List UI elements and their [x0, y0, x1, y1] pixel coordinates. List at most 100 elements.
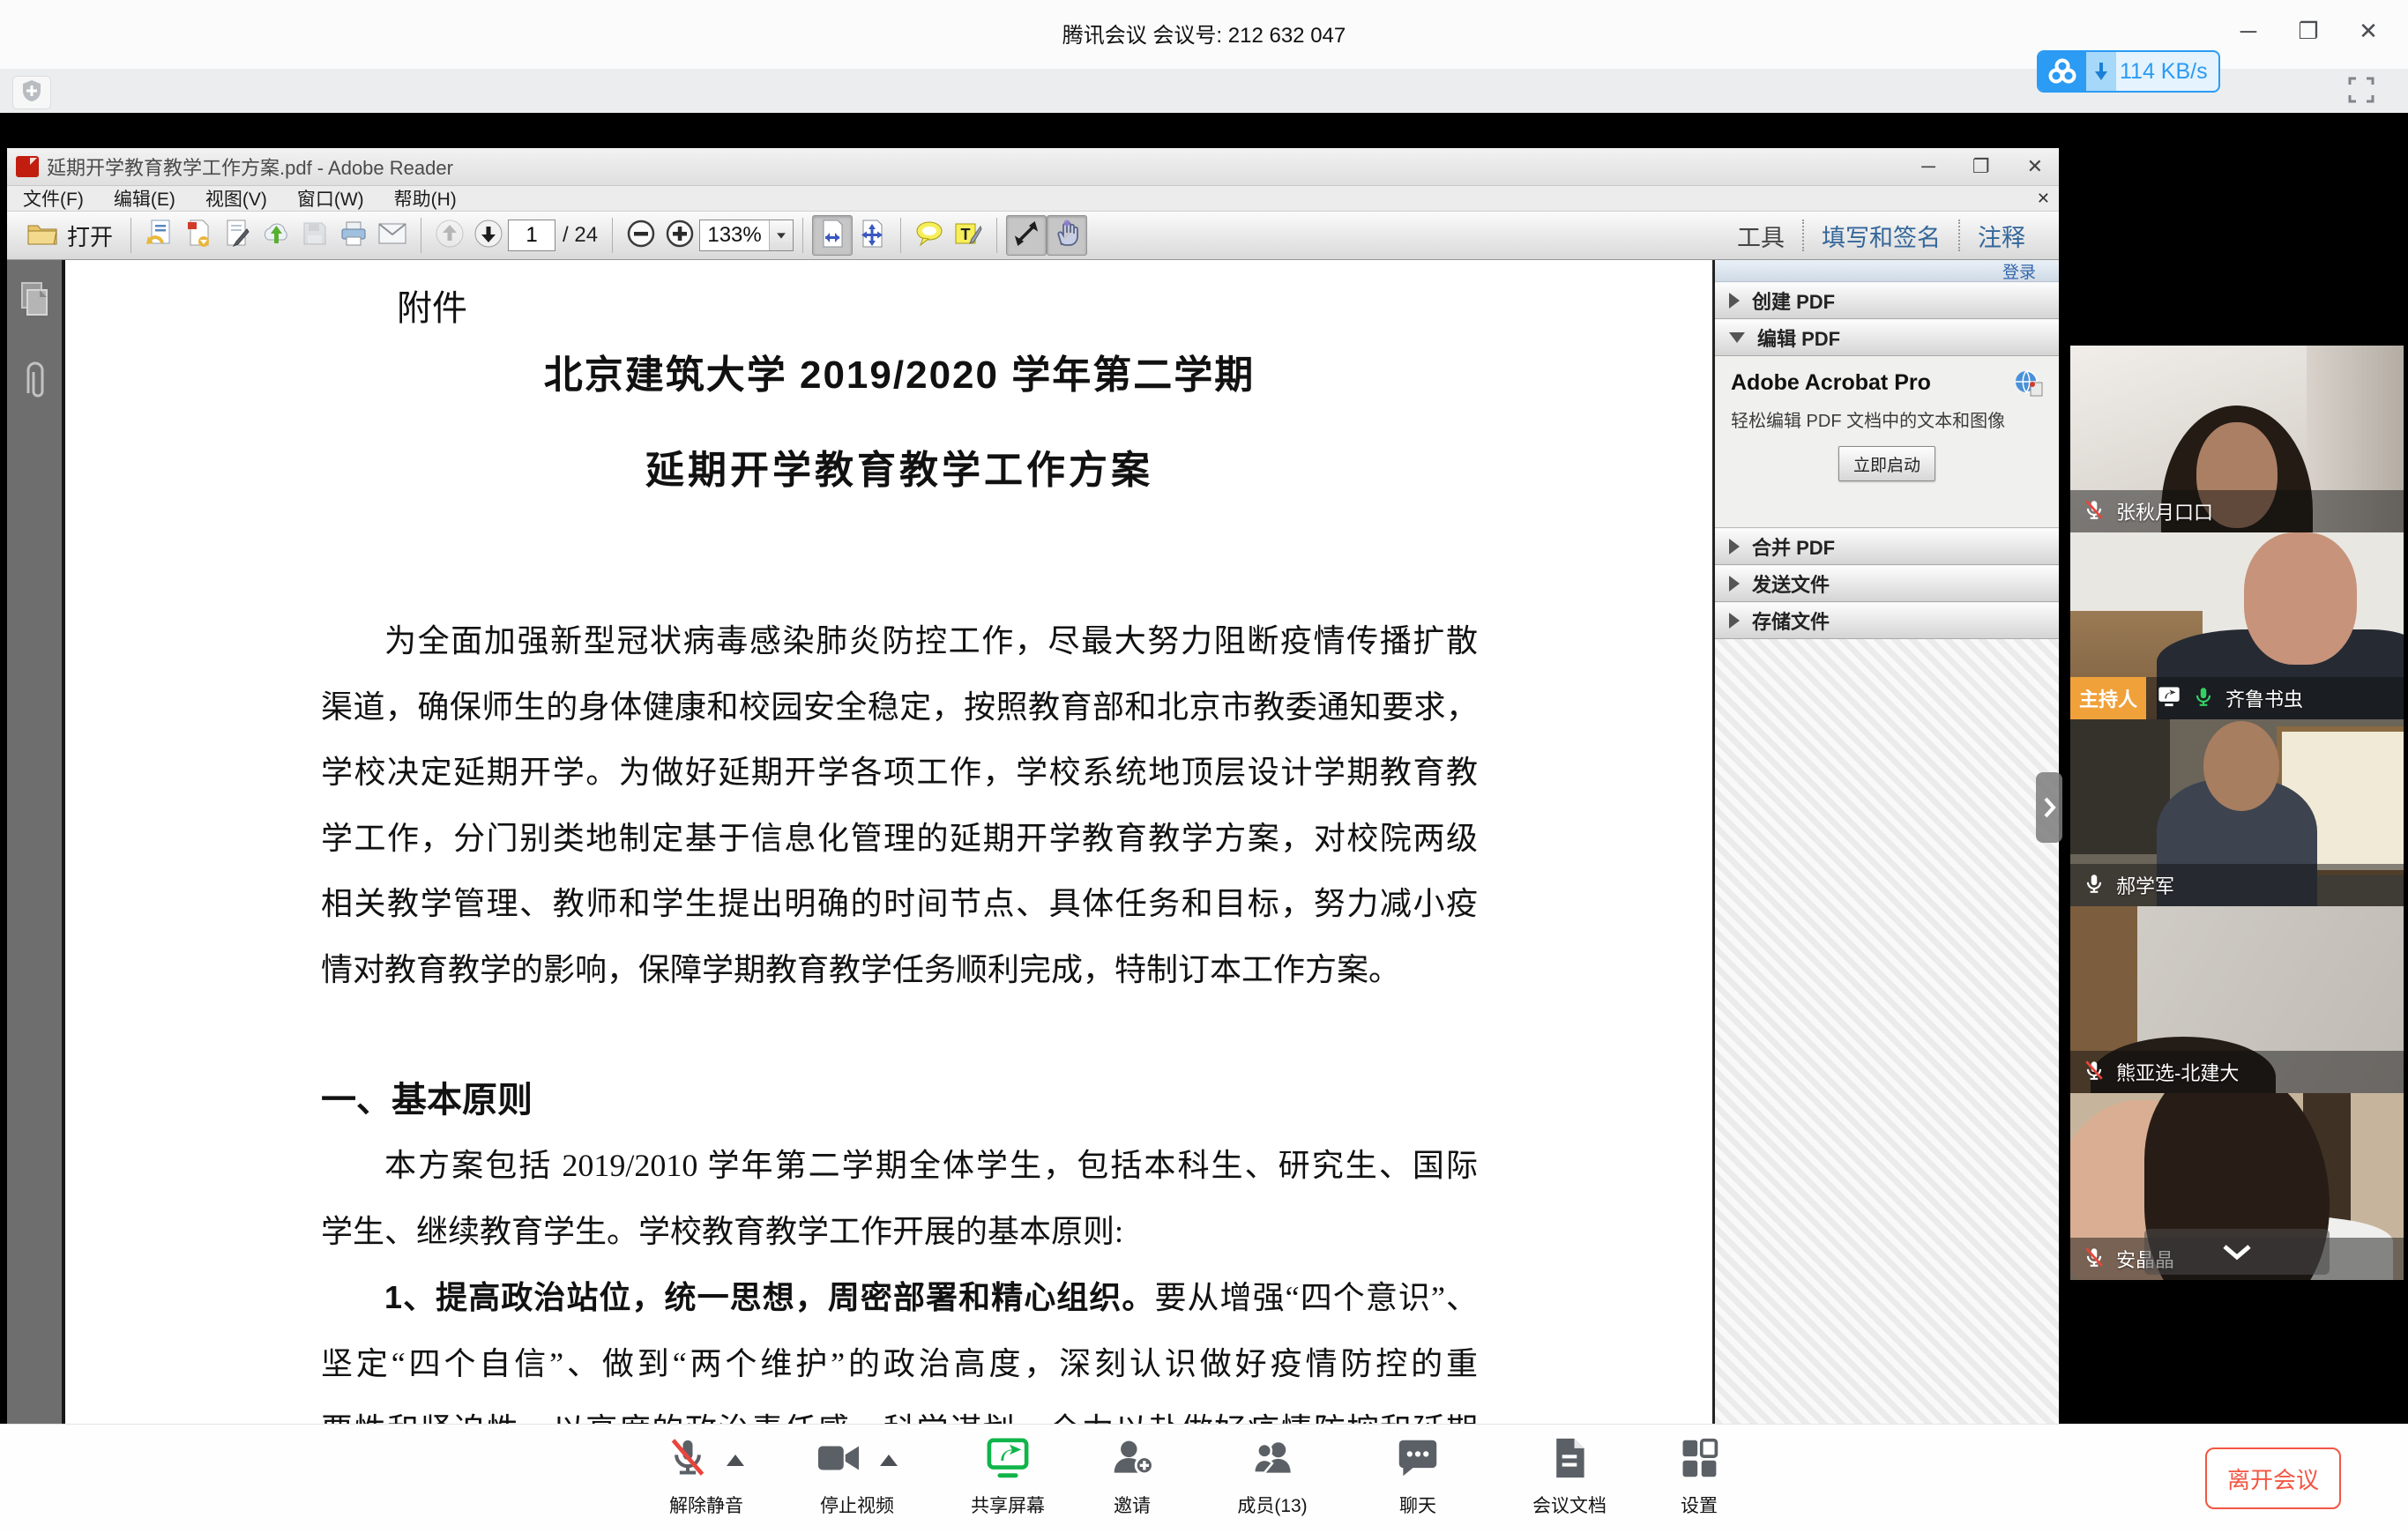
fit-width-button[interactable] [812, 215, 853, 256]
unmute-button[interactable]: 解除静音 [668, 1437, 744, 1518]
sign-in-link[interactable]: 登录 [2002, 259, 2036, 283]
prev-page-button[interactable] [430, 216, 469, 255]
comment-bubble-icon [914, 220, 944, 252]
reader-left-sidebar [7, 260, 65, 1424]
tools-tab[interactable]: 工具 [1719, 219, 1802, 253]
print-button[interactable] [334, 216, 373, 255]
page-thumbnails-icon[interactable] [17, 279, 52, 323]
fullscreen-icon [2346, 75, 2376, 109]
save-button[interactable] [295, 216, 334, 255]
comment-tab[interactable]: 注释 [1960, 219, 2043, 253]
zoom-out-button[interactable] [622, 216, 660, 255]
paragraph-line: 为全面加强新型冠状病毒感染肺炎防控工作，尽最大努力阻断疫情传播扩散 [321, 615, 1478, 661]
export-button[interactable] [179, 216, 218, 255]
reader-minimize-icon[interactable]: ─ [1921, 155, 1935, 178]
zoom-in-icon [665, 219, 695, 253]
video-panel-toggle-button[interactable] [2036, 772, 2062, 843]
collapse-videos-button[interactable] [2144, 1229, 2330, 1275]
menu-file[interactable]: 文件(F) [23, 185, 84, 212]
attachments-paperclip-icon[interactable] [17, 358, 52, 408]
paragraph-line: 相关教学管理、教师和学生提出明确的时间节点、具体任务和目标，努力减小疫 [321, 878, 1478, 924]
paragraph-line: 要性和紧迫性，以高度的政治责任感，科学谋划，全力以赴做好疫情防控和延期 [321, 1404, 1478, 1424]
members-icon [1251, 1437, 1293, 1484]
document-page[interactable]: 附件 北京建筑大学 2019/2020 学年第二学期 延期开学教育教学工作方案 … [65, 260, 1712, 1424]
close-document-icon[interactable]: ✕ [2037, 190, 2050, 208]
reader-restore-icon[interactable]: ❐ [1972, 155, 1990, 178]
fullscreen-button[interactable] [2344, 74, 2379, 109]
menu-help[interactable]: 帮助(H) [394, 185, 457, 212]
document-title-line2: 延期开学教育教学工作方案 [321, 438, 1478, 495]
mic-on-icon [2083, 872, 2106, 899]
close-icon[interactable]: ✕ [2353, 16, 2383, 46]
zoom-in-button[interactable] [660, 216, 699, 255]
fit-page-button[interactable] [853, 216, 891, 255]
network-speed-badge[interactable]: 114 KB/s [2037, 50, 2220, 93]
pane-section-store-files[interactable]: 存储文件 [1715, 602, 2059, 639]
mic-muted-icon [2083, 498, 2106, 525]
open-label: 打开 [67, 220, 113, 252]
leave-meeting-button[interactable]: 离开会议 [2205, 1447, 2341, 1509]
video-tile[interactable]: 张秋月口口 [2070, 346, 2404, 532]
reader-menubar: 文件(F) 编辑(E) 视图(V) 窗口(W) 帮助(H) ✕ [7, 186, 2059, 212]
convert-button[interactable] [140, 216, 179, 255]
video-tile[interactable]: 郝学军 [2070, 719, 2404, 906]
cloud-upload-icon [261, 220, 291, 251]
reader-toolbar: 打开 [7, 212, 2059, 260]
members-button[interactable]: 成员(13) [1237, 1437, 1307, 1518]
menu-view[interactable]: 视图(V) [205, 185, 267, 212]
chevron-right-icon [1729, 539, 1740, 554]
mic-muted-icon [2083, 1059, 2106, 1086]
video-options-caret[interactable] [880, 1455, 898, 1466]
paragraph-line: 1、提高政治站位，统一思想，周密部署和精心组织。要从增强“四个意识”、 [321, 1272, 1478, 1318]
page-number-input[interactable] [510, 222, 554, 249]
paragraph-line: 学工作，分门别类地制定基于信息化管理的延期开学教育教学方案，对校院两级 [321, 813, 1478, 859]
fullscreen-mode-button[interactable] [1006, 215, 1047, 256]
minimize-icon[interactable]: ─ [2233, 16, 2263, 46]
settings-button[interactable]: 设置 [1679, 1437, 1719, 1518]
paragraph-line: 坚定“四个自信”、做到“两个维护”的政治高度，深刻认识做好疫情防控的重 [321, 1338, 1478, 1384]
video-tile[interactable]: 主持人 齐鲁书虫 [2070, 532, 2404, 719]
pdf-file-icon [16, 156, 39, 177]
pane-section-combine-pdf[interactable]: 合并 PDF [1715, 528, 2059, 565]
doc-export-icon [185, 219, 212, 253]
pane-section-edit-pdf[interactable]: 编辑 PDF [1715, 319, 2059, 356]
stop-video-button[interactable]: 停止视频 [816, 1437, 898, 1518]
fill-sign-tab[interactable]: 填写和签名 [1804, 219, 1958, 253]
settings-grid-icon [1679, 1437, 1719, 1484]
paragraph-line: 情对教育教学的影响，保障学期教育教学任务顺利完成，特制订本工作方案。 [321, 944, 1478, 990]
document-icon [1550, 1437, 1589, 1484]
zoom-dropdown-icon[interactable] [769, 220, 793, 250]
open-button[interactable]: 打开 [18, 216, 122, 256]
share-screen-button[interactable]: 共享屏幕 [971, 1437, 1045, 1518]
hand-tool-button[interactable] [1047, 215, 1087, 256]
restore-icon[interactable]: ❐ [2293, 16, 2323, 46]
pane-empty-area [1715, 639, 2059, 1424]
promo-description: 轻松编辑 PDF 文档中的文本和图像 [1731, 406, 2043, 432]
shield-plus-button[interactable] [12, 76, 51, 109]
email-button[interactable] [373, 216, 412, 255]
invite-button[interactable]: 邀请 [1111, 1437, 1153, 1518]
mic-active-icon [2192, 685, 2215, 712]
menu-window[interactable]: 窗口(W) [297, 185, 364, 212]
launch-now-button[interactable]: 立即启动 [1838, 446, 1935, 481]
next-page-button[interactable] [469, 216, 508, 255]
highlight-text-button[interactable]: T [949, 216, 988, 255]
menu-edit[interactable]: 编辑(E) [114, 185, 175, 212]
mic-muted-icon [668, 1436, 707, 1485]
diagonal-arrows-icon [1012, 220, 1040, 252]
cloud-upload-button[interactable] [257, 216, 295, 255]
video-tile[interactable]: 安晶晶 [2070, 1093, 2404, 1280]
chat-button[interactable]: 聊天 [1397, 1437, 1439, 1518]
reader-close-icon[interactable]: ✕ [2027, 155, 2043, 178]
email-icon [377, 222, 407, 249]
video-tile[interactable]: 熊亚选-北建大 [2070, 906, 2404, 1093]
pane-section-send-files[interactable]: 发送文件 [1715, 565, 2059, 602]
comment-bubble-button[interactable] [910, 216, 949, 255]
meeting-docs-button[interactable]: 会议文档 [1532, 1437, 1607, 1518]
participant-name: 郝学军 [2116, 871, 2174, 899]
mic-options-caret[interactable] [727, 1455, 744, 1466]
doc-convert-icon [146, 219, 173, 253]
pane-section-create-pdf[interactable]: 创建 PDF [1715, 282, 2059, 319]
sign-button[interactable] [218, 216, 257, 255]
zoom-level-select[interactable]: 133% [699, 220, 794, 251]
